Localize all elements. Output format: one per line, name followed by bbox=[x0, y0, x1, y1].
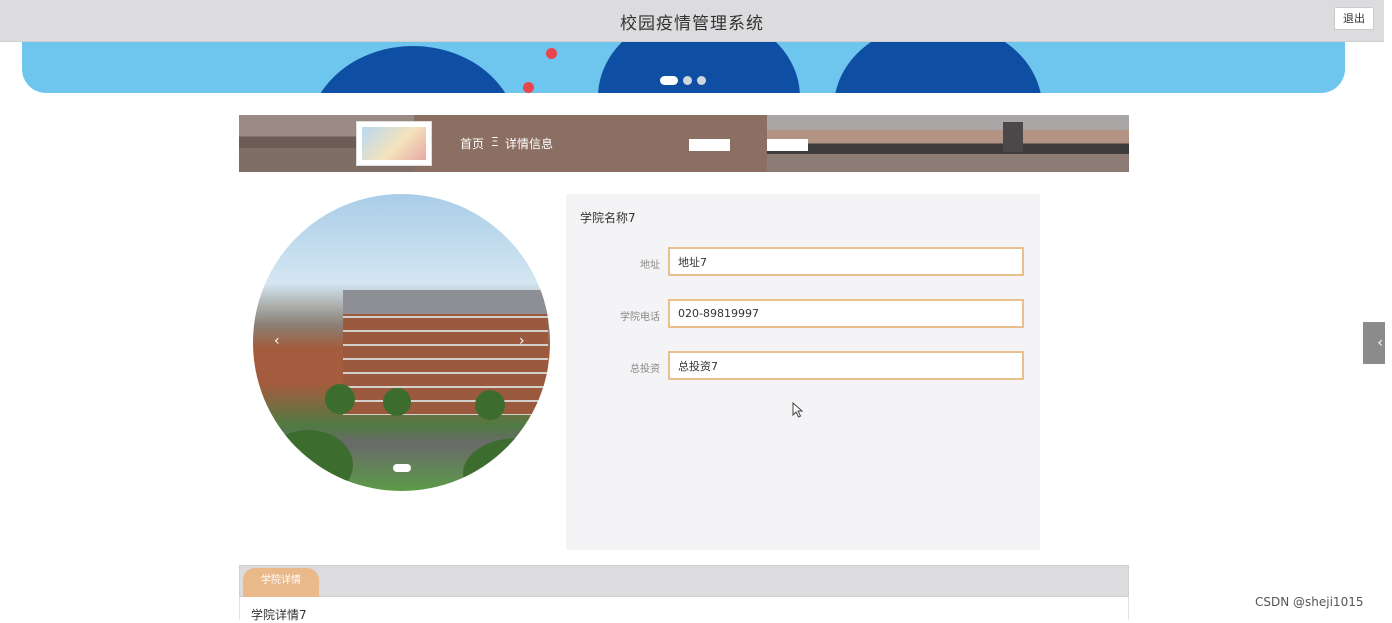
breadcrumb-home-link[interactable]: 首页 bbox=[460, 135, 484, 152]
college-name: 学院名称7 bbox=[580, 211, 636, 225]
banner-indicator-1[interactable] bbox=[660, 76, 678, 85]
phone-field[interactable] bbox=[668, 299, 1024, 328]
breadcrumb-decoration bbox=[767, 139, 808, 151]
banner-decoration bbox=[523, 82, 534, 93]
banner-indicators bbox=[660, 76, 706, 85]
investment-label: 总投资 bbox=[630, 364, 660, 375]
tab-college-detail[interactable]: 学院详情 bbox=[243, 568, 319, 597]
detail-content-area bbox=[239, 597, 1129, 620]
top-bar: 校园疫情管理系统 退出 bbox=[0, 0, 1384, 42]
breadcrumb-thumbnail bbox=[356, 121, 432, 166]
banner-indicator-3[interactable] bbox=[697, 76, 706, 85]
investment-field[interactable] bbox=[668, 351, 1024, 380]
gallery-indicator-1[interactable] bbox=[393, 464, 411, 472]
gallery-prev-button[interactable]: ‹ bbox=[274, 333, 280, 349]
college-photo-carousel[interactable] bbox=[253, 194, 550, 491]
address-label: 地址 bbox=[640, 260, 660, 271]
pier-tower-image bbox=[1003, 122, 1023, 152]
banner-indicator-2[interactable] bbox=[683, 76, 692, 85]
banner-shape bbox=[308, 46, 518, 93]
tree bbox=[263, 430, 353, 491]
banner-carousel[interactable] bbox=[22, 42, 1345, 93]
banner-decoration bbox=[546, 48, 557, 59]
watermark: CSDN @sheji1015 bbox=[1255, 595, 1364, 609]
side-collapse-tab[interactable]: ‹ bbox=[1363, 322, 1385, 364]
tree bbox=[475, 390, 505, 420]
breadcrumb-separator-icon: Ξ bbox=[491, 135, 499, 149]
banner-shape bbox=[598, 42, 800, 93]
college-detail-text: 学院详情7 bbox=[251, 608, 307, 622]
address-field[interactable] bbox=[668, 247, 1024, 276]
tree bbox=[325, 384, 355, 414]
breadcrumb-current: 详情信息 bbox=[505, 137, 554, 151]
app-title: 校园疫情管理系统 bbox=[620, 14, 764, 34]
banner-shape bbox=[834, 42, 1042, 93]
logout-button[interactable]: 退出 bbox=[1334, 7, 1374, 30]
gallery-next-button[interactable]: › bbox=[519, 333, 525, 349]
building-roof bbox=[343, 290, 548, 314]
tree bbox=[383, 388, 411, 416]
tree bbox=[463, 438, 550, 491]
phone-label: 学院电话 bbox=[620, 312, 660, 323]
detail-tab-bar bbox=[239, 565, 1129, 597]
breadcrumb-decoration bbox=[689, 139, 730, 151]
mouse-cursor-icon bbox=[792, 401, 804, 422]
breadcrumb-background-right bbox=[767, 115, 1129, 172]
